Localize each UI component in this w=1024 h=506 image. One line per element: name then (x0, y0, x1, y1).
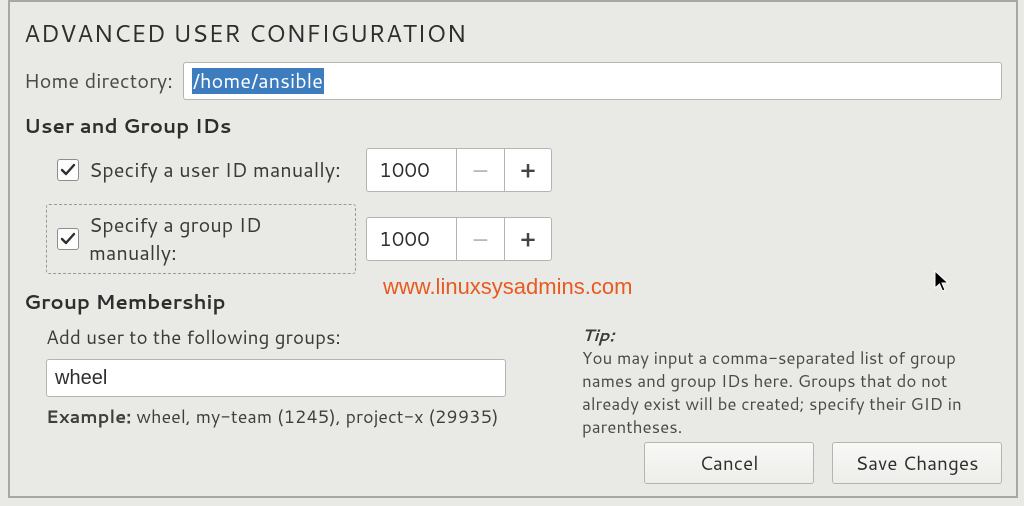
dialog-body: ADVANCED USER CONFIGURATION Home directo… (10, 2, 1016, 453)
dialog: ADVANCED USER CONFIGURATION Home directo… (8, 0, 1018, 498)
tip-body: You may input a comma-separated list of … (582, 346, 962, 439)
tip-heading: Tip: (582, 323, 614, 347)
ids-heading: User and Group IDs (24, 112, 1002, 140)
example-text: wheel, my-team (1245), project-x (29935) (131, 403, 498, 429)
dialog-buttons: Cancel Save Changes (644, 442, 1002, 484)
check-icon (60, 162, 76, 178)
user-id-value[interactable]: 1000 (366, 148, 456, 192)
user-id-spinner: 1000 − + (366, 148, 552, 192)
ids-block: Specify a user ID manually: 1000 − + Spe… (46, 148, 1002, 274)
check-icon (60, 231, 76, 247)
home-directory-label: Home directory: (24, 67, 173, 95)
group-id-row: Specify a group ID manually: 1000 − + (46, 204, 1002, 274)
home-directory-input[interactable]: /home/ansible (183, 62, 1002, 100)
page-title: ADVANCED USER CONFIGURATION (24, 16, 1002, 50)
home-directory-value: /home/ansible (192, 68, 324, 94)
example-prefix: Example: (46, 403, 131, 429)
save-changes-button[interactable]: Save Changes (832, 442, 1002, 484)
membership-label: Add user to the following groups: (46, 324, 556, 351)
membership-heading: Group Membership (24, 288, 1002, 316)
group-id-decrement-button[interactable]: − (456, 217, 504, 261)
membership-block: Add user to the following groups: Exampl… (24, 324, 1002, 439)
group-id-value[interactable]: 1000 (366, 217, 456, 261)
user-id-decrement-button[interactable]: − (456, 148, 504, 192)
membership-input[interactable] (46, 359, 506, 397)
user-id-row: Specify a user ID manually: 1000 − + (46, 148, 1002, 192)
group-id-label: Specify a group ID manually: (89, 211, 345, 267)
membership-tip: Tip: You may input a comma-separated lis… (582, 324, 1002, 439)
group-id-checkbox[interactable] (57, 228, 79, 250)
membership-example: Example: wheel, my-team (1245), project-… (46, 403, 556, 429)
group-id-spinner: 1000 − + (366, 217, 552, 261)
membership-left: Add user to the following groups: Exampl… (46, 324, 556, 429)
home-directory-row: Home directory: /home/ansible (24, 62, 1002, 100)
group-id-increment-button[interactable]: + (504, 217, 552, 261)
cancel-button[interactable]: Cancel (644, 442, 814, 484)
group-id-checkbox-wrap[interactable]: Specify a group ID manually: (46, 204, 356, 274)
user-id-label: Specify a user ID manually: (89, 156, 341, 184)
user-id-increment-button[interactable]: + (504, 148, 552, 192)
user-id-checkbox[interactable] (57, 159, 79, 181)
user-id-checkbox-wrap[interactable]: Specify a user ID manually: (46, 149, 356, 191)
